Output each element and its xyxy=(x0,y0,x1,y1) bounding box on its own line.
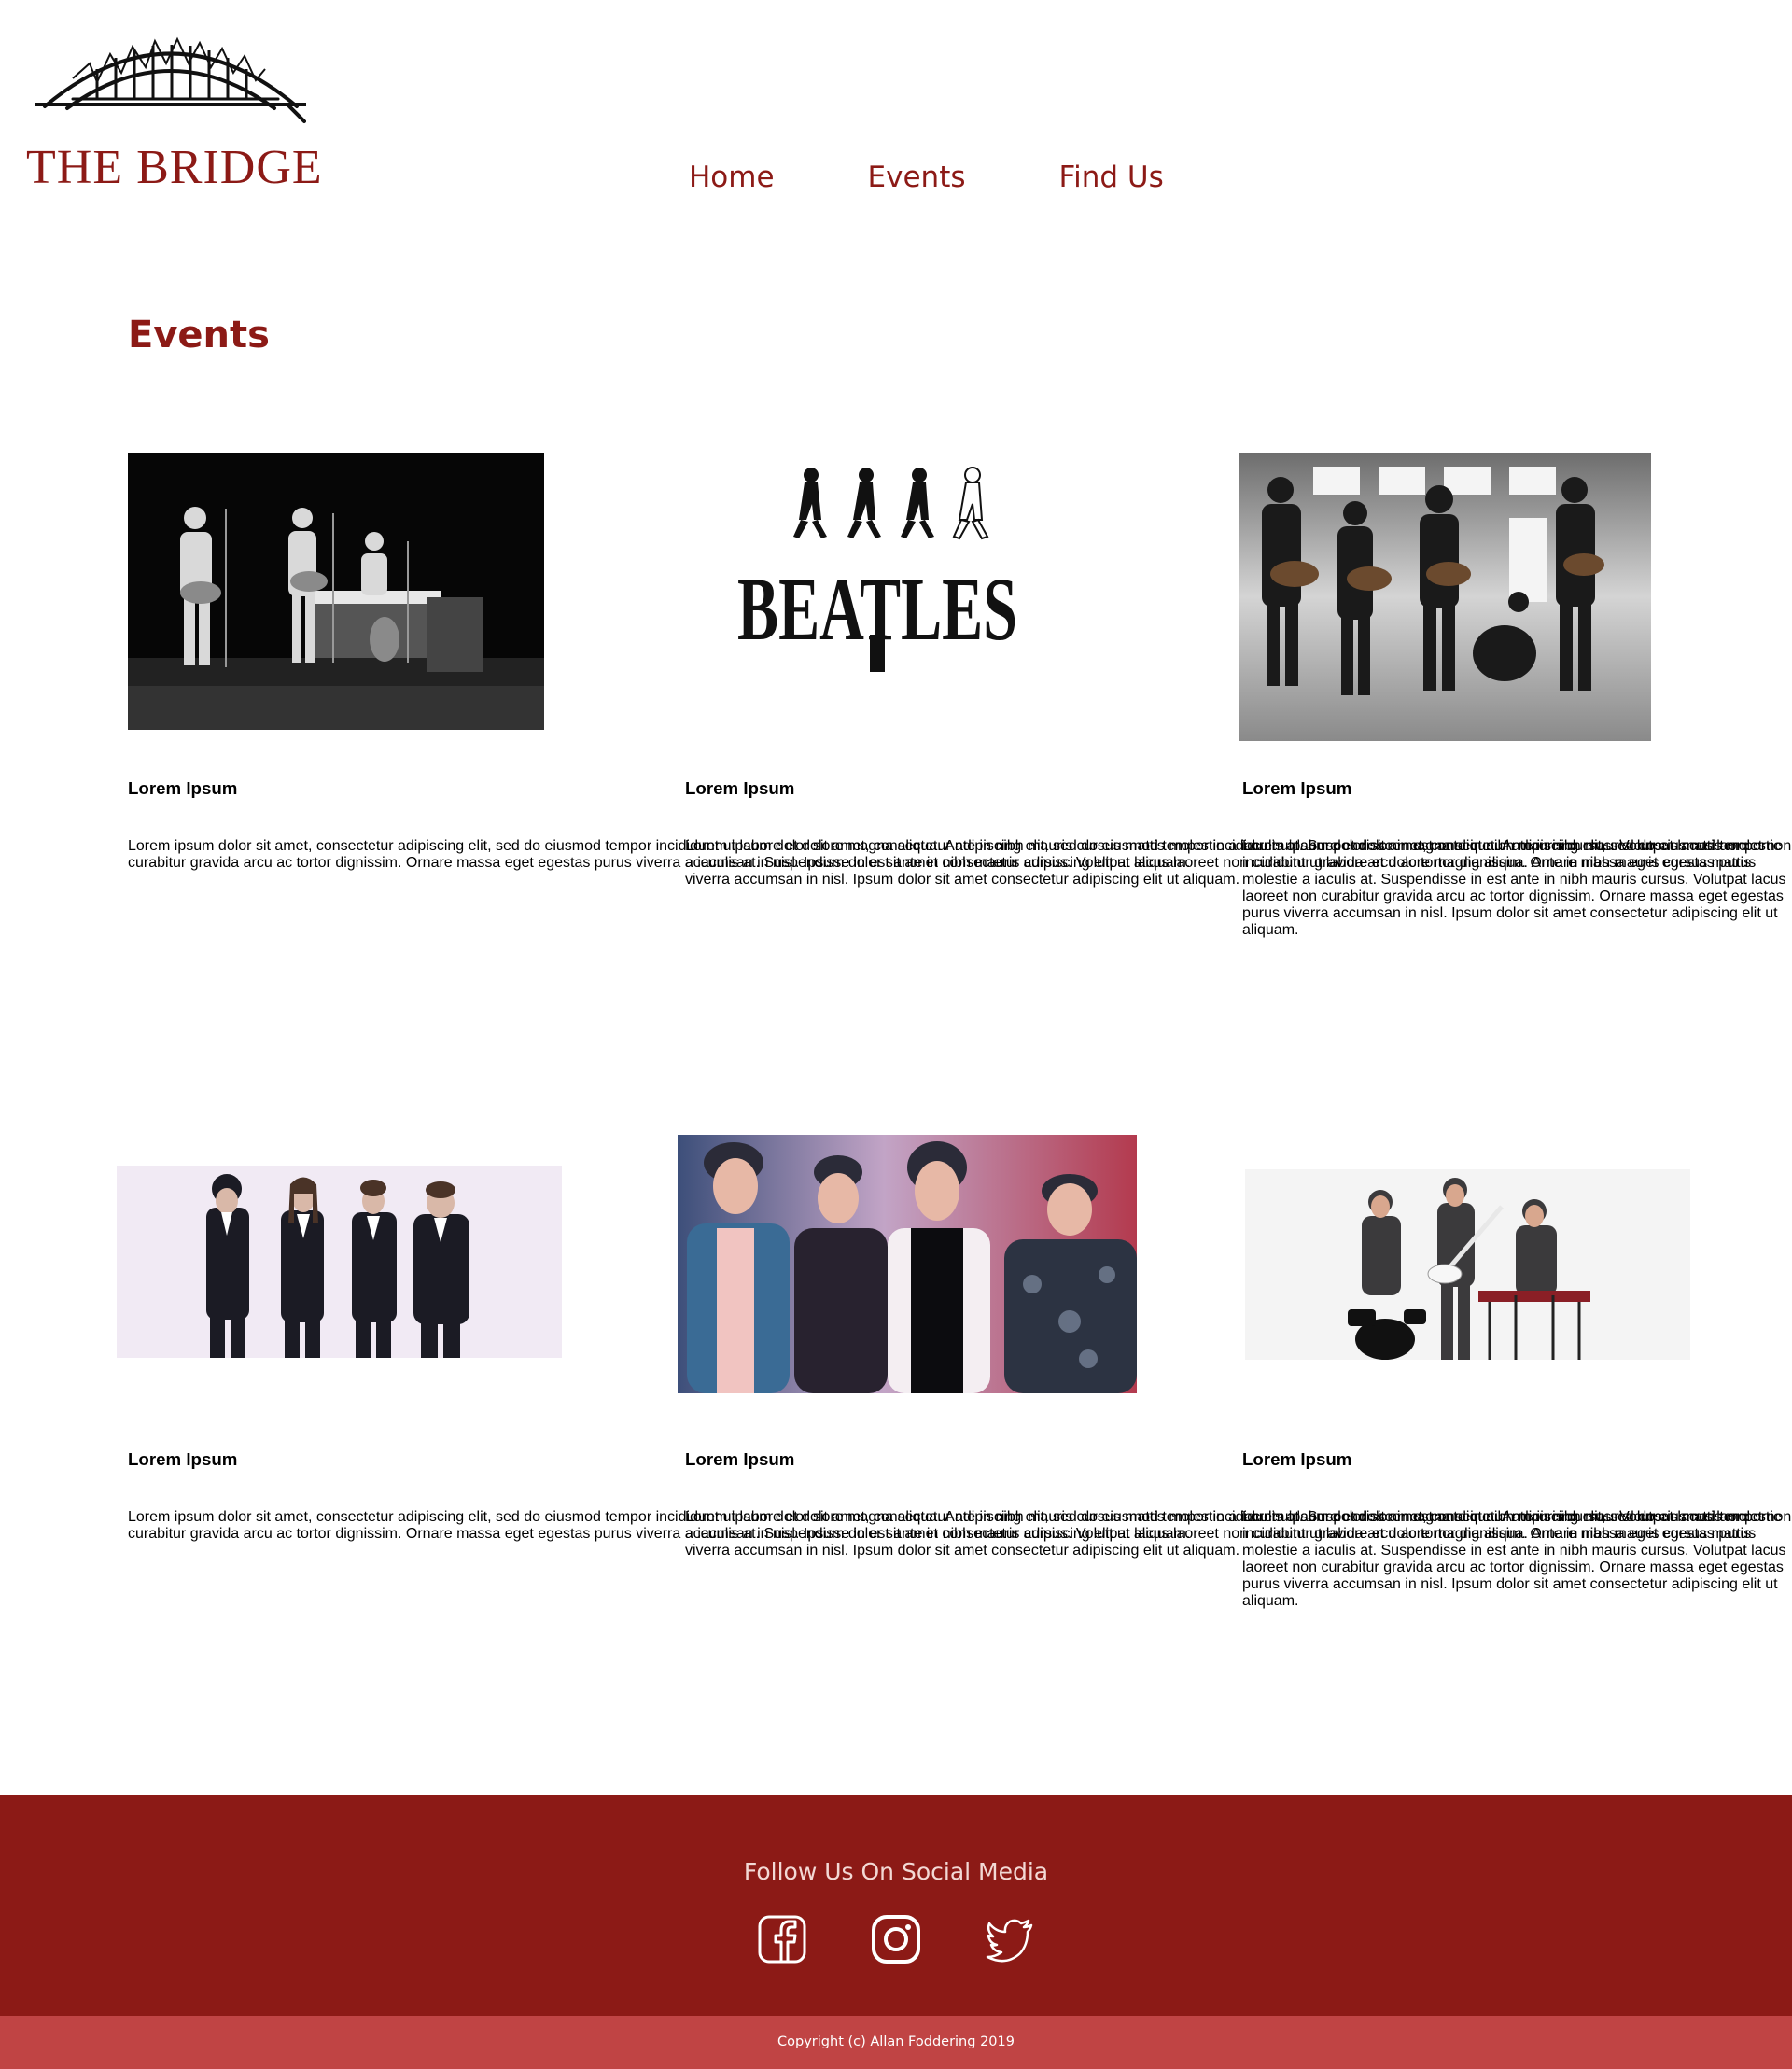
bridge-logo-icon xyxy=(35,36,306,123)
nav-find-us[interactable]: Find Us xyxy=(1059,161,1164,194)
event-title: Lorem Ipsum xyxy=(128,777,238,798)
copyright-bar: Copyright (c) Allan Foddering 2019 xyxy=(0,2016,1792,2069)
event-image-trio-band[interactable] xyxy=(1245,1169,1690,1360)
event-image-band-in-suits[interactable] xyxy=(117,1166,562,1358)
site-header: THE BRIDGE Home Events Find Us xyxy=(0,0,1792,243)
event-description: Lorem ipsum dolor sit amet, consectetur … xyxy=(1242,1509,1786,1609)
event-image-band-on-stage[interactable] xyxy=(128,453,544,730)
footer-title: Follow Us On Social Media xyxy=(743,1858,1049,1885)
site-logo[interactable]: THE BRIDGE xyxy=(26,24,322,194)
page-title: Events xyxy=(128,314,270,356)
nav-home[interactable]: Home xyxy=(689,161,775,194)
facebook-icon[interactable] xyxy=(757,1914,807,1964)
event-image-band-rehearsal[interactable] xyxy=(1239,453,1651,741)
event-image-band-portrait[interactable] xyxy=(678,1135,1137,1393)
event-description: Lorem ipsum dolor sit amet, consectetur … xyxy=(1242,838,1786,938)
nav-events[interactable]: Events xyxy=(868,161,966,194)
event-title: Lorem Ipsum xyxy=(128,1448,238,1469)
event-title: Lorem Ipsum xyxy=(685,1448,795,1469)
event-title: Lorem Ipsum xyxy=(1242,777,1352,798)
main-nav: Home Events Find Us xyxy=(689,161,1257,194)
twitter-icon[interactable] xyxy=(985,1914,1035,1964)
copyright-text: Copyright (c) Allan Foddering 2019 xyxy=(777,2034,1015,2049)
event-title: Lorem Ipsum xyxy=(685,777,795,798)
site-footer: Follow Us On Social Media xyxy=(0,1795,1792,2016)
event-image-beatles-logo[interactable]: BEATLES xyxy=(728,462,1027,677)
logo-text: THE BRIDGE xyxy=(26,141,323,194)
instagram-icon[interactable] xyxy=(871,1914,921,1964)
event-title: Lorem Ipsum xyxy=(1242,1448,1352,1469)
